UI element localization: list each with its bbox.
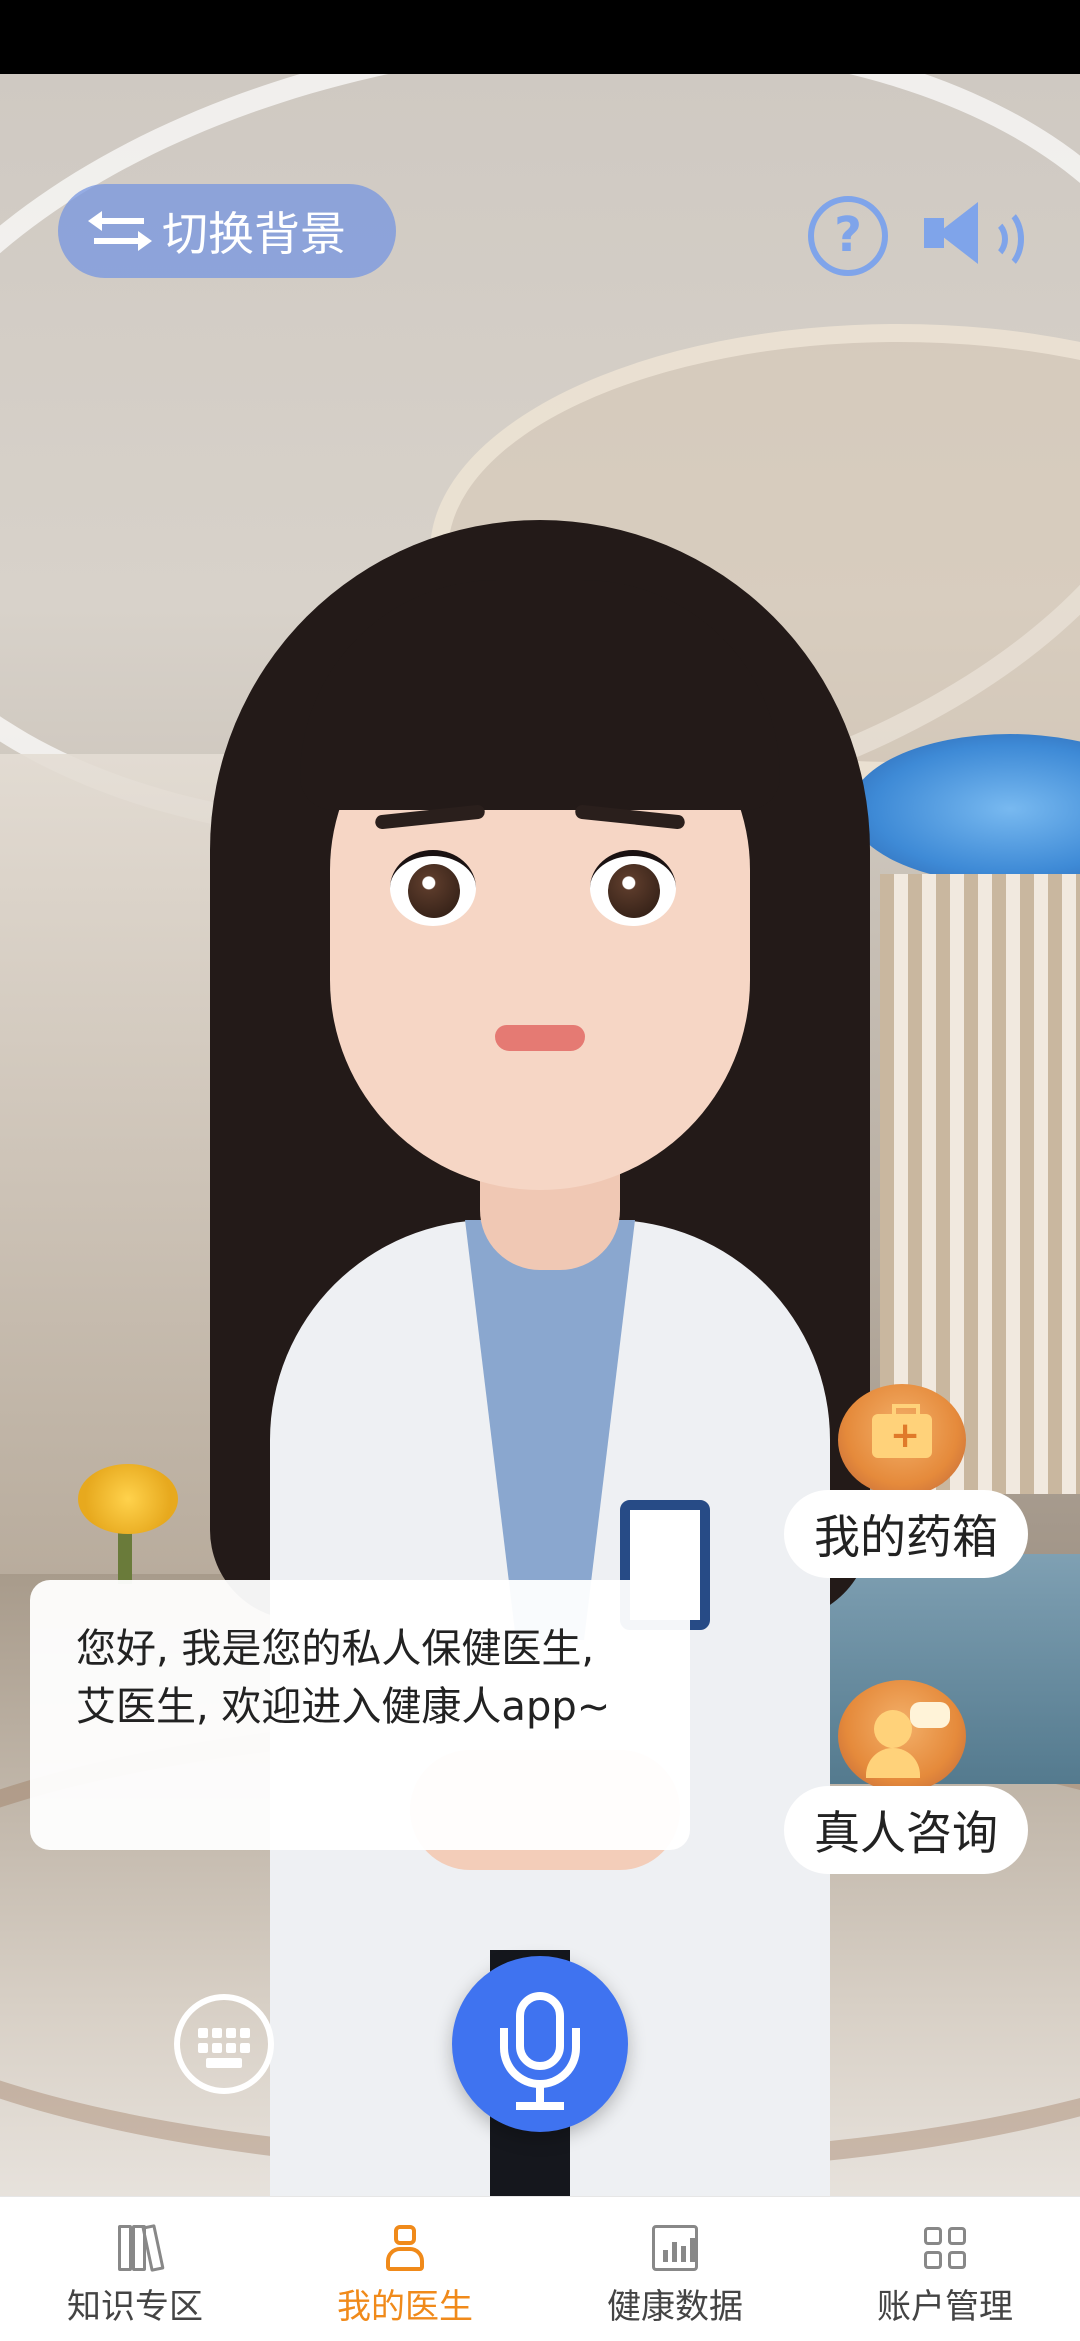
yellow-flowers (78, 1464, 178, 1534)
human-consult-button[interactable]: 真人咨询 (784, 1786, 1028, 1874)
question-circle-icon[interactable]: ? (808, 196, 888, 276)
medicine-box-label: 我的药箱 (814, 1510, 998, 1564)
tab-account[interactable]: 账户管理 (810, 2197, 1080, 2341)
microphone-button[interactable] (452, 1956, 628, 2132)
avatar-mouth (495, 1025, 585, 1051)
books-icon (112, 2224, 165, 2272)
speech-bubble: 您好, 我是您的私人保健医生, 艾医生, 欢迎进入健康人app~ (30, 1580, 690, 1850)
grid-icon (922, 2225, 968, 2271)
switch-background-button[interactable]: 切换背景 (58, 184, 396, 278)
speaker-icon[interactable] (924, 196, 1024, 272)
doctor-avatar (180, 520, 900, 2196)
swap-arrows-icon (88, 204, 152, 258)
bottom-tab-bar: 知识专区 我的医生 健康数据 账户管理 (0, 2196, 1080, 2341)
human-consult-label: 真人咨询 (814, 1806, 998, 1860)
calendar-chart-icon (652, 2225, 698, 2271)
switch-background-label: 切换背景 (162, 207, 346, 261)
speech-text: 您好, 我是您的私人保健医生, 艾医生, 欢迎进入健康人app~ (76, 1626, 611, 1730)
human-consult-icon[interactable] (838, 1680, 966, 1792)
tab-label: 知识专区 (67, 2287, 203, 2327)
medicine-box-button[interactable]: 我的药箱 (784, 1490, 1028, 1578)
tab-label: 账户管理 (877, 2287, 1013, 2327)
tab-my-doctor[interactable]: 我的医生 (270, 2197, 540, 2341)
keyboard-icon[interactable] (174, 1994, 274, 2094)
avatar-right-eye (590, 850, 676, 926)
tab-health-data[interactable]: 健康数据 (540, 2197, 810, 2341)
avatar-left-eye (390, 850, 476, 926)
medicine-box-icon[interactable] (838, 1384, 966, 1496)
tab-label: 我的医生 (337, 2287, 473, 2327)
tab-label: 健康数据 (607, 2287, 743, 2327)
tab-knowledge[interactable]: 知识专区 (0, 2197, 270, 2341)
doctor-icon (382, 2225, 428, 2271)
status-bar (0, 0, 1080, 74)
